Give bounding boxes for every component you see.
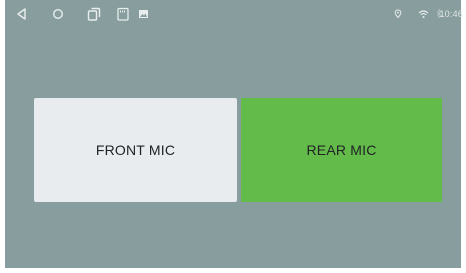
back-icon[interactable] bbox=[15, 7, 27, 21]
sd-card-icon bbox=[117, 7, 129, 21]
front-mic-button[interactable]: FRONT MIC bbox=[34, 98, 237, 202]
rear-mic-button[interactable]: REAR MIC bbox=[241, 98, 442, 202]
recents-icon[interactable] bbox=[87, 7, 101, 21]
status-time: 10:46 bbox=[439, 9, 463, 19]
wifi-icon bbox=[418, 10, 429, 18]
location-icon bbox=[394, 9, 402, 19]
home-icon[interactable] bbox=[52, 7, 64, 21]
app-screen: 10:46 FRONT MIC REAR MIC bbox=[5, 0, 463, 268]
rear-mic-label: REAR MIC bbox=[306, 142, 377, 158]
front-mic-label: FRONT MIC bbox=[95, 142, 176, 158]
image-icon bbox=[139, 10, 148, 18]
status-bar: 10:46 bbox=[5, 0, 463, 30]
